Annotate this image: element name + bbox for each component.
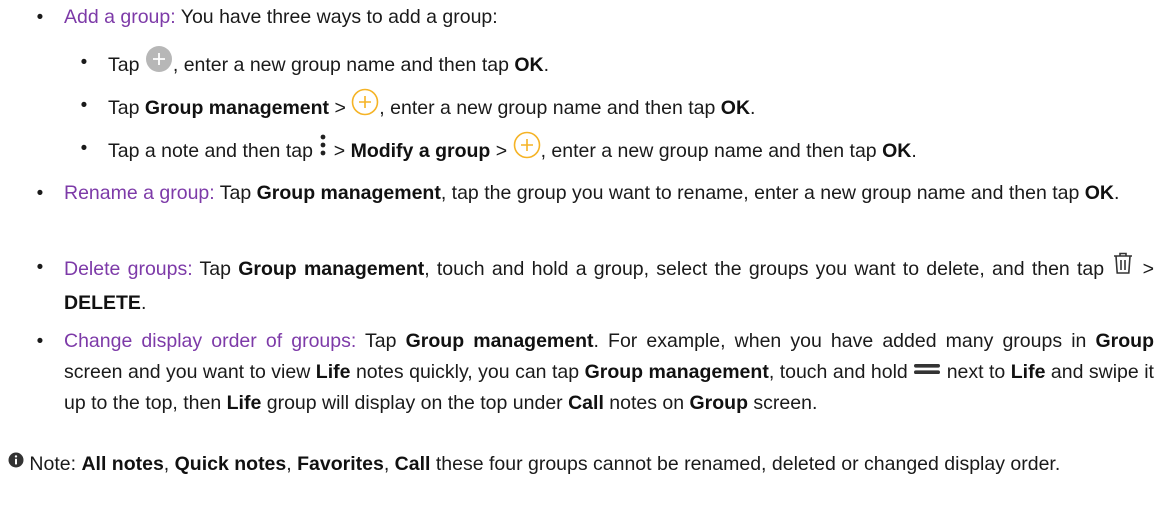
more-vertical-icon	[318, 131, 328, 169]
bullet: •	[36, 331, 44, 352]
bullet: •	[36, 257, 44, 278]
gray-plus-circle-icon	[145, 45, 173, 83]
note: Note: All notes, Quick notes, Favorites,…	[8, 449, 1148, 480]
yellow-plus-circle-icon	[513, 131, 541, 169]
topic-title: Rename a group:	[64, 182, 215, 204]
note-label: Note:	[29, 453, 77, 475]
bullet: •	[80, 52, 88, 73]
trash-icon	[1111, 250, 1135, 286]
drag-handle-icon	[913, 355, 941, 386]
bullet: •	[80, 138, 88, 159]
document: • Add a group: You have three ways to ad…	[0, 0, 1160, 509]
topic-title: Change display order of groups:	[64, 330, 357, 352]
topic-title: Add a group:	[64, 6, 176, 28]
bullet: •	[36, 7, 44, 28]
bullet: •	[36, 183, 44, 204]
yellow-plus-circle-icon	[351, 88, 379, 126]
topic-title: Delete groups:	[64, 258, 193, 281]
info-icon	[8, 447, 24, 478]
item-text: You have three ways to add a group:	[180, 6, 498, 28]
bullet: •	[80, 95, 88, 116]
